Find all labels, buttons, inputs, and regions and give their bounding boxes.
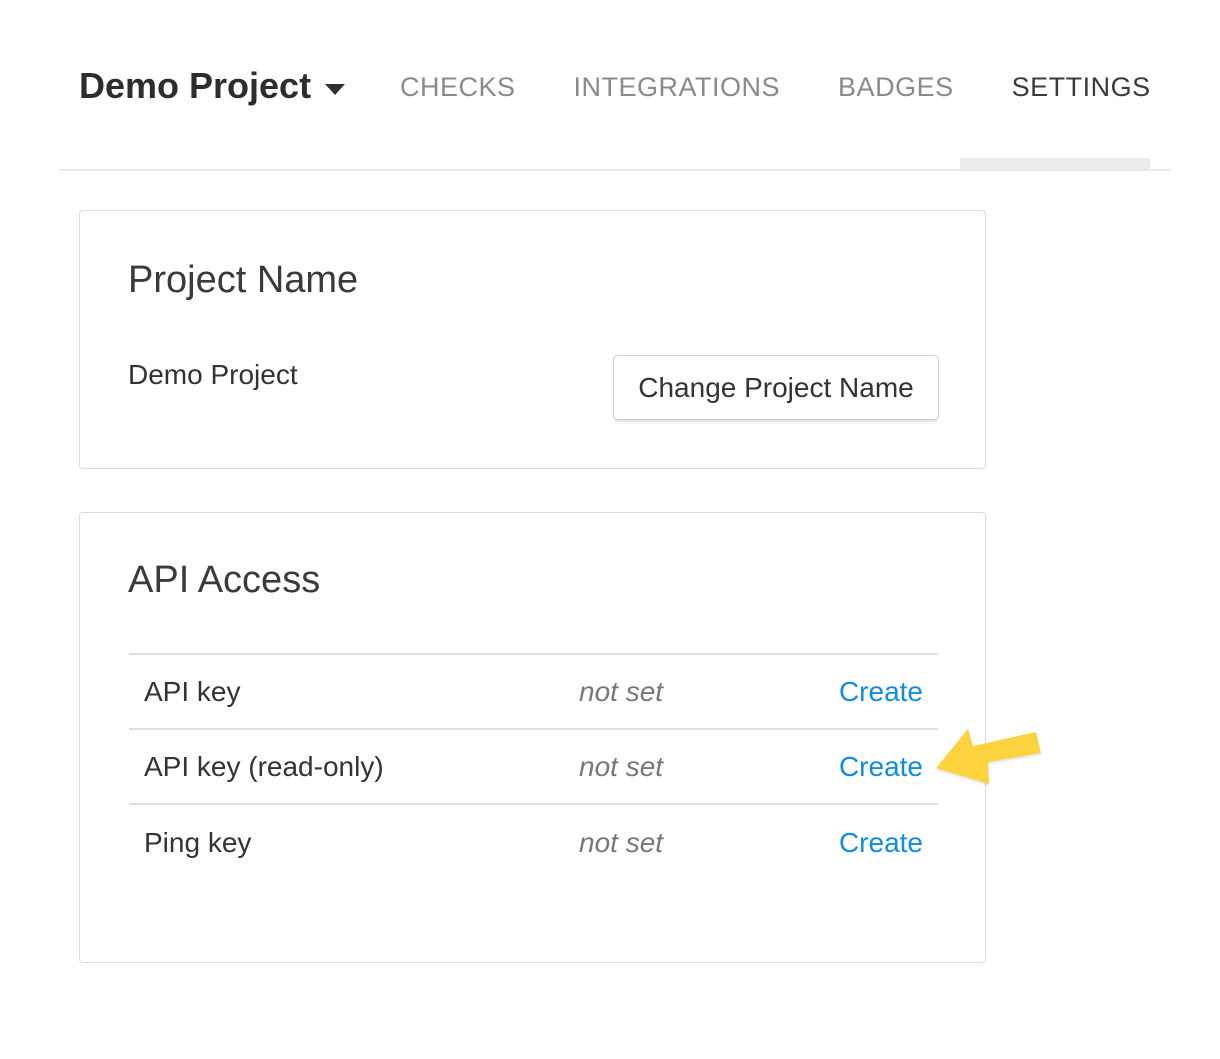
create-link[interactable]: Create [839,751,923,782]
caret-down-icon [325,84,345,95]
key-label: API key [129,676,579,708]
tab-badges[interactable]: BADGES [838,74,954,101]
header-divider [59,169,1171,171]
key-value: not set [579,676,839,708]
project-title: Demo Project [79,68,311,104]
key-label: Ping key [129,827,579,859]
change-project-name-button[interactable]: Change Project Name [613,355,939,420]
create-link[interactable]: Create [839,676,923,707]
project-name-card: Project Name Demo Project Change Project… [79,210,986,469]
table-row: API key not set Create [129,655,938,730]
key-value: not set [579,827,839,859]
key-value: not set [579,751,839,783]
create-link[interactable]: Create [839,827,923,858]
tab-checks[interactable]: CHECKS [400,74,516,101]
settings-page: Demo Project CHECKS INTEGRATIONS BADGES SET… [0,0,1220,1059]
api-keys-table: API key not set Create API key (read-onl… [129,653,938,880]
tab-settings[interactable]: SETTINGS [1012,74,1151,101]
key-label: API key (read-only) [129,751,579,783]
api-access-heading: API Access [128,561,320,599]
table-row: API key (read-only) not set Create [129,730,938,805]
project-name-heading: Project Name [128,261,358,299]
api-access-card: API Access API key not set Create API ke… [79,512,986,963]
project-switcher[interactable]: Demo Project [79,68,345,104]
tab-integrations[interactable]: INTEGRATIONS [574,74,781,101]
current-project-name: Demo Project [128,361,298,389]
main-nav: CHECKS INTEGRATIONS BADGES SETTINGS [400,74,1151,101]
table-row: Ping key not set Create [129,805,938,880]
